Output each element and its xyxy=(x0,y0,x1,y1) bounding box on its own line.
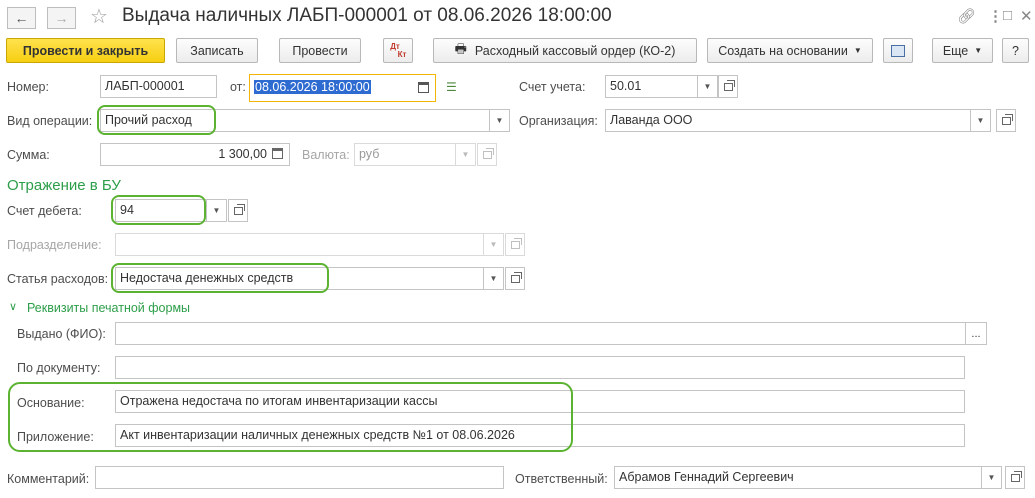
comment-field[interactable] xyxy=(95,466,504,489)
print-order-label: Расходный кассовый ордер (КО-2) xyxy=(474,43,676,58)
date-label: от: xyxy=(230,80,246,94)
operation-field[interactable]: Прочий расход xyxy=(100,109,491,132)
chevron-down-icon: ▼ xyxy=(489,274,498,283)
organization-dropdown[interactable]: ▼ xyxy=(970,109,991,132)
star-icon[interactable]: ☆ xyxy=(90,4,108,29)
chevron-down-icon: ▼ xyxy=(976,116,985,125)
expense-item-open-button[interactable] xyxy=(505,267,525,290)
expense-item-label: Статья расходов: xyxy=(7,272,109,286)
chevron-down-icon: ▼ xyxy=(853,46,862,55)
expense-item-dropdown[interactable]: ▼ xyxy=(483,267,504,290)
account-field[interactable]: 50.01 xyxy=(605,75,699,98)
arrow-right-icon: → xyxy=(54,10,69,26)
open-icon xyxy=(510,271,522,283)
currency-label: Валюта: xyxy=(302,148,350,162)
more-button[interactable]: Еще ▼ xyxy=(932,38,993,63)
forward-button[interactable]: → xyxy=(47,7,76,29)
open-icon xyxy=(1001,113,1013,125)
create-based-label: Создать на основании xyxy=(718,43,848,58)
help-button[interactable]: ? xyxy=(1002,38,1029,63)
issued-to-field[interactable] xyxy=(115,322,967,345)
sum-field[interactable]: 1 300,00 xyxy=(100,143,290,166)
account-dropdown[interactable]: ▼ xyxy=(697,75,718,98)
currency-open-button xyxy=(477,143,497,166)
maximize-icon[interactable]: □ xyxy=(1003,7,1012,24)
organization-open-button[interactable] xyxy=(996,109,1016,132)
structure-button[interactable] xyxy=(883,38,913,63)
close-icon[interactable]: ✕ xyxy=(1020,7,1033,25)
expense-item-field[interactable]: Недостача денежных средств xyxy=(115,267,485,290)
title-bar: ← → ☆ Выдача наличных ЛАБП-000001 от 08.… xyxy=(0,0,1035,34)
basis-field[interactable]: Отражена недостача по итогам инвентариза… xyxy=(115,390,965,413)
create-based-on-button[interactable]: Создать на основании ▼ xyxy=(707,38,873,63)
debit-account-open-button[interactable] xyxy=(228,199,248,222)
responsible-open-button[interactable] xyxy=(1005,466,1025,489)
chevron-down-icon: ▼ xyxy=(489,240,498,249)
attachment-field[interactable]: Акт инвентаризации наличных денежных сре… xyxy=(115,424,965,447)
currency-dropdown: ▼ xyxy=(455,143,476,166)
organization-label: Организация: xyxy=(519,114,598,128)
operation-dropdown[interactable]: ▼ xyxy=(489,109,510,132)
comment-label: Комментарий: xyxy=(7,472,90,486)
number-field[interactable]: ЛАБП-000001 xyxy=(100,75,217,98)
dt-kt-button[interactable]: Дт Кт xyxy=(383,38,413,63)
link-icon[interactable]: 🔗︎ xyxy=(957,7,976,25)
division-open-button xyxy=(505,233,525,256)
division-label: Подразделение: xyxy=(7,238,102,252)
more-vertical-icon[interactable]: ⋮ xyxy=(988,7,1003,25)
issued-to-select-button[interactable]: ... xyxy=(965,322,987,345)
arrow-left-icon: ← xyxy=(14,10,29,26)
open-icon xyxy=(1010,470,1022,482)
account-label: Счет учета: xyxy=(519,80,586,94)
issued-to-label: Выдано (ФИО): xyxy=(17,327,106,341)
debit-account-dropdown[interactable]: ▼ xyxy=(206,199,227,222)
sum-label: Сумма: xyxy=(7,148,50,162)
attachment-label: Приложение: xyxy=(17,430,94,444)
chevron-down-icon: ▼ xyxy=(987,473,996,482)
open-icon xyxy=(510,237,522,249)
number-label: Номер: xyxy=(7,80,49,94)
chevron-down-icon: ▼ xyxy=(461,150,470,159)
open-icon xyxy=(482,147,494,159)
organization-field[interactable]: Лаванда ООО xyxy=(605,109,971,132)
kt-label: Кт xyxy=(397,49,407,59)
chevron-down-icon: ▼ xyxy=(212,206,221,215)
responsible-label: Ответственный: xyxy=(515,472,608,486)
printer-icon: 🖶︎ xyxy=(454,40,467,56)
division-dropdown: ▼ xyxy=(483,233,504,256)
open-icon xyxy=(233,203,245,215)
chevron-down-icon: ▼ xyxy=(974,46,983,55)
document-status-icon[interactable]: ☰ xyxy=(446,80,457,94)
account-open-button[interactable] xyxy=(718,75,738,98)
basis-label: Основание: xyxy=(17,396,85,410)
print-order-button[interactable]: 🖶︎ Расходный кассовый ордер (КО-2) xyxy=(433,38,697,63)
by-document-field[interactable] xyxy=(115,356,965,379)
operation-label: Вид операции: xyxy=(7,114,93,128)
division-field xyxy=(115,233,485,256)
back-button[interactable]: ← xyxy=(7,7,36,29)
date-field[interactable]: 08.06.2026 18:00:00 xyxy=(249,74,436,102)
print-details-toggle[interactable]: Реквизиты печатной формы xyxy=(27,301,190,315)
window-title: Выдача наличных ЛАБП-000001 от 08.06.202… xyxy=(122,5,612,26)
accounting-section-title: Отражение в БУ xyxy=(7,177,121,194)
calculator-icon[interactable] xyxy=(272,148,283,159)
chevron-down-icon[interactable]: ∨ xyxy=(9,300,17,313)
chevron-down-icon: ▼ xyxy=(495,116,504,125)
responsible-dropdown[interactable]: ▼ xyxy=(981,466,1002,489)
more-label: Еще xyxy=(942,43,969,58)
debit-account-field[interactable]: 94 xyxy=(115,199,208,222)
chevron-down-icon: ▼ xyxy=(703,82,712,91)
currency-field: руб xyxy=(354,143,458,166)
calendar-icon[interactable] xyxy=(418,82,429,93)
post-button[interactable]: Провести xyxy=(279,38,361,63)
responsible-field[interactable]: Абрамов Геннадий Сергеевич xyxy=(614,466,983,489)
open-icon xyxy=(723,79,735,91)
post-and-close-button[interactable]: Провести и закрыть xyxy=(6,38,165,63)
structure-icon xyxy=(891,44,905,57)
date-value: 08.06.2026 18:00:00 xyxy=(254,80,371,94)
debit-account-label: Счет дебета: xyxy=(7,204,82,218)
by-document-label: По документу: xyxy=(17,361,101,375)
save-button[interactable]: Записать xyxy=(176,38,258,63)
